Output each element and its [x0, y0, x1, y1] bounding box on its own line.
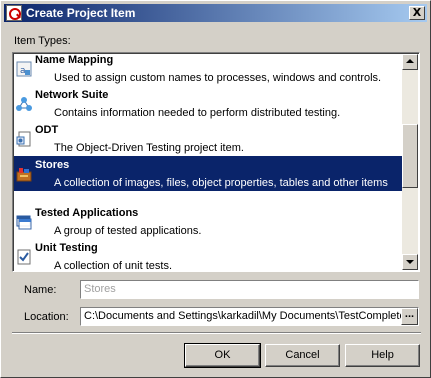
title-bar[interactable]: Create Project Item X: [4, 4, 427, 22]
list-item-network-suite[interactable]: Network Suite Contains information neede…: [14, 86, 403, 121]
item-description: A collection of images, files, object pr…: [54, 177, 388, 202]
scroll-thumb[interactable]: [402, 124, 418, 188]
name-field[interactable]: Stores: [80, 280, 419, 299]
list-item-name-mapping[interactable]: a Name Mapping Used to assign custom nam…: [14, 54, 403, 86]
network-suite-icon: [16, 97, 32, 111]
unit-testing-icon: [17, 249, 31, 265]
list-item-odt[interactable]: ODT The Object-Driven Testing project it…: [14, 121, 403, 156]
item-title: Tested Applications: [35, 207, 139, 219]
item-types-viewport: a Name Mapping Used to assign custom nam…: [14, 54, 403, 270]
location-field[interactable]: C:\Documents and Settings\karkadil\My Do…: [80, 307, 419, 326]
item-title: ODT: [35, 124, 59, 136]
odt-icon: [16, 131, 31, 147]
list-item-stores[interactable]: Stores A collection of images, files, ob…: [14, 156, 403, 202]
location-label: Location:: [24, 311, 69, 323]
close-button[interactable]: X: [409, 6, 425, 20]
list-item-unit-testing[interactable]: Unit Testing A collection of unit tests.: [14, 239, 403, 270]
item-title: Unit Testing: [35, 242, 98, 254]
item-description: A group of tested applications.: [54, 225, 202, 237]
item-title: Network Suite: [35, 89, 109, 101]
item-title: Name Mapping: [35, 54, 114, 66]
dialog-window: Create Project Item X Item Types: a Name…: [0, 0, 431, 378]
tested-applications-icon: [16, 215, 32, 230]
name-label: Name:: [24, 284, 57, 296]
browse-button[interactable]: ...: [401, 308, 418, 325]
help-button[interactable]: Help: [345, 344, 420, 367]
item-types-list[interactable]: a Name Mapping Used to assign custom nam…: [12, 52, 420, 272]
list-scrollbar[interactable]: [402, 54, 418, 270]
cancel-button[interactable]: Cancel: [265, 344, 340, 367]
window-title: Create Project Item: [26, 6, 136, 20]
location-value: C:\Documents and Settings\karkadil\My Do…: [84, 310, 415, 322]
list-item-tested-applications[interactable]: Tested Applications A group of tested ap…: [14, 204, 403, 239]
item-description: The Object-Driven Testing project item.: [54, 142, 244, 154]
separator: [12, 332, 421, 334]
app-icon: [6, 5, 22, 21]
item-description: Used to assign custom names to processes…: [54, 72, 382, 84]
ok-button[interactable]: OK: [184, 343, 261, 368]
scroll-up-button[interactable]: [402, 54, 418, 70]
name-mapping-icon: a: [16, 61, 32, 77]
scroll-down-button[interactable]: [402, 254, 418, 270]
stores-icon: [16, 168, 32, 182]
svg-text:a: a: [20, 66, 26, 76]
item-types-label: Item Types:: [14, 35, 71, 47]
item-title: Stores: [35, 159, 70, 171]
item-description: A collection of unit tests.: [54, 260, 173, 270]
item-description: Contains information needed to perform d…: [54, 107, 341, 119]
